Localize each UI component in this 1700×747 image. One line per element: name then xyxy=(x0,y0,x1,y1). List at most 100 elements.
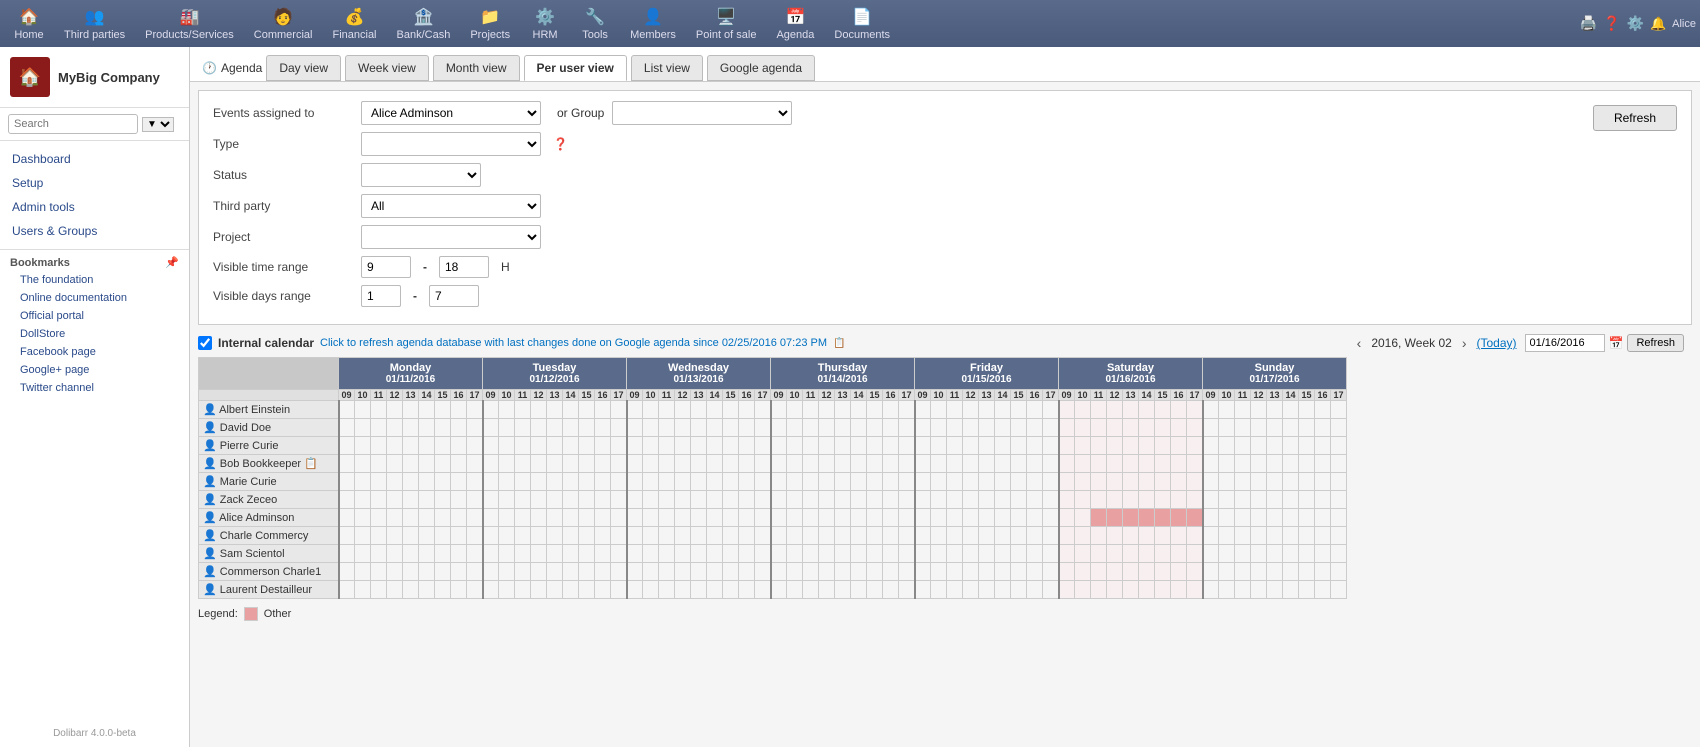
time-cell[interactable] xyxy=(371,437,387,455)
time-cell[interactable] xyxy=(483,401,499,419)
time-cell[interactable] xyxy=(1171,509,1187,527)
time-cell[interactable] xyxy=(1155,509,1171,527)
refresh-info-link[interactable]: Click to refresh agenda database with la… xyxy=(320,337,827,349)
time-cell[interactable] xyxy=(819,509,835,527)
time-cell[interactable] xyxy=(1251,491,1267,509)
time-cell[interactable] xyxy=(643,419,659,437)
time-cell[interactable] xyxy=(563,509,579,527)
time-cell[interactable] xyxy=(611,437,627,455)
time-cell[interactable] xyxy=(419,509,435,527)
time-cell[interactable] xyxy=(883,455,899,473)
time-cell[interactable] xyxy=(819,401,835,419)
time-cell[interactable] xyxy=(1187,401,1203,419)
time-cell[interactable] xyxy=(1171,581,1187,599)
time-cell[interactable] xyxy=(595,545,611,563)
time-cell[interactable] xyxy=(915,527,931,545)
time-cell[interactable] xyxy=(499,473,515,491)
bookmark-foundation[interactable]: The foundation xyxy=(0,271,189,289)
time-cell[interactable] xyxy=(595,491,611,509)
bookmark-docs[interactable]: Online documentation xyxy=(0,289,189,307)
time-cell[interactable] xyxy=(1299,527,1315,545)
user-name-cell[interactable]: 👤 Bob Bookkeeper 📋 xyxy=(199,455,339,473)
time-cell[interactable] xyxy=(499,437,515,455)
time-cell[interactable] xyxy=(355,545,371,563)
time-cell[interactable] xyxy=(371,545,387,563)
time-cell[interactable] xyxy=(1283,563,1299,581)
time-cell[interactable] xyxy=(1123,419,1139,437)
time-cell[interactable] xyxy=(339,437,355,455)
time-cell[interactable] xyxy=(387,401,403,419)
time-cell[interactable] xyxy=(1059,419,1075,437)
time-cell[interactable] xyxy=(515,581,531,599)
time-cell[interactable] xyxy=(739,437,755,455)
time-cell[interactable] xyxy=(1331,563,1347,581)
time-cell[interactable] xyxy=(1027,419,1043,437)
time-cell[interactable] xyxy=(499,509,515,527)
time-cell[interactable] xyxy=(867,563,883,581)
time-cell[interactable] xyxy=(691,581,707,599)
time-cell[interactable] xyxy=(835,455,851,473)
time-cell[interactable] xyxy=(467,491,483,509)
time-cell[interactable] xyxy=(1171,419,1187,437)
time-cell[interactable] xyxy=(787,401,803,419)
time-cell[interactable] xyxy=(851,401,867,419)
time-cell[interactable] xyxy=(1027,455,1043,473)
time-cell[interactable] xyxy=(659,473,675,491)
time-cell[interactable] xyxy=(963,401,979,419)
time-cell[interactable] xyxy=(403,437,419,455)
time-cell[interactable] xyxy=(947,491,963,509)
time-cell[interactable] xyxy=(1059,491,1075,509)
time-cell[interactable] xyxy=(515,419,531,437)
nav-bank[interactable]: 🏦 Bank/Cash xyxy=(387,3,461,45)
time-cell[interactable] xyxy=(643,491,659,509)
time-cell[interactable] xyxy=(851,473,867,491)
time-cell[interactable] xyxy=(483,545,499,563)
time-cell[interactable] xyxy=(355,509,371,527)
time-cell[interactable] xyxy=(339,509,355,527)
time-cell[interactable] xyxy=(1235,509,1251,527)
time-cell[interactable] xyxy=(1123,401,1139,419)
time-cell[interactable] xyxy=(1171,401,1187,419)
time-cell[interactable] xyxy=(867,419,883,437)
time-cell[interactable] xyxy=(771,545,787,563)
time-cell[interactable] xyxy=(771,419,787,437)
time-cell[interactable] xyxy=(723,455,739,473)
time-cell[interactable] xyxy=(1027,401,1043,419)
time-cell[interactable] xyxy=(403,509,419,527)
time-cell[interactable] xyxy=(1187,473,1203,491)
time-cell[interactable] xyxy=(339,473,355,491)
time-cell[interactable] xyxy=(339,527,355,545)
time-cell[interactable] xyxy=(339,401,355,419)
time-cell[interactable] xyxy=(403,419,419,437)
time-cell[interactable] xyxy=(435,581,451,599)
time-cell[interactable] xyxy=(883,419,899,437)
time-cell[interactable] xyxy=(1267,563,1283,581)
time-cell[interactable] xyxy=(563,581,579,599)
time-cell[interactable] xyxy=(883,545,899,563)
time-cell[interactable] xyxy=(723,491,739,509)
time-cell[interactable] xyxy=(643,437,659,455)
time-cell[interactable] xyxy=(803,509,819,527)
time-cell[interactable] xyxy=(1075,437,1091,455)
time-cell[interactable] xyxy=(1331,581,1347,599)
bookmark-portal[interactable]: Official portal xyxy=(0,307,189,325)
time-cell[interactable] xyxy=(595,527,611,545)
time-cell[interactable] xyxy=(355,437,371,455)
time-cell[interactable] xyxy=(1187,491,1203,509)
time-cell[interactable] xyxy=(611,545,627,563)
time-cell[interactable] xyxy=(579,419,595,437)
time-cell[interactable] xyxy=(723,401,739,419)
time-cell[interactable] xyxy=(1267,455,1283,473)
time-cell[interactable] xyxy=(1011,581,1027,599)
time-cell[interactable] xyxy=(659,581,675,599)
time-cell[interactable] xyxy=(755,509,771,527)
time-cell[interactable] xyxy=(1203,545,1219,563)
time-cell[interactable] xyxy=(771,401,787,419)
days-end-input[interactable] xyxy=(429,285,479,307)
time-cell[interactable] xyxy=(1139,437,1155,455)
time-start-input[interactable] xyxy=(361,256,411,278)
time-cell[interactable] xyxy=(1251,563,1267,581)
time-cell[interactable] xyxy=(1155,527,1171,545)
third-party-select[interactable]: All xyxy=(361,194,541,218)
time-cell[interactable] xyxy=(1267,437,1283,455)
